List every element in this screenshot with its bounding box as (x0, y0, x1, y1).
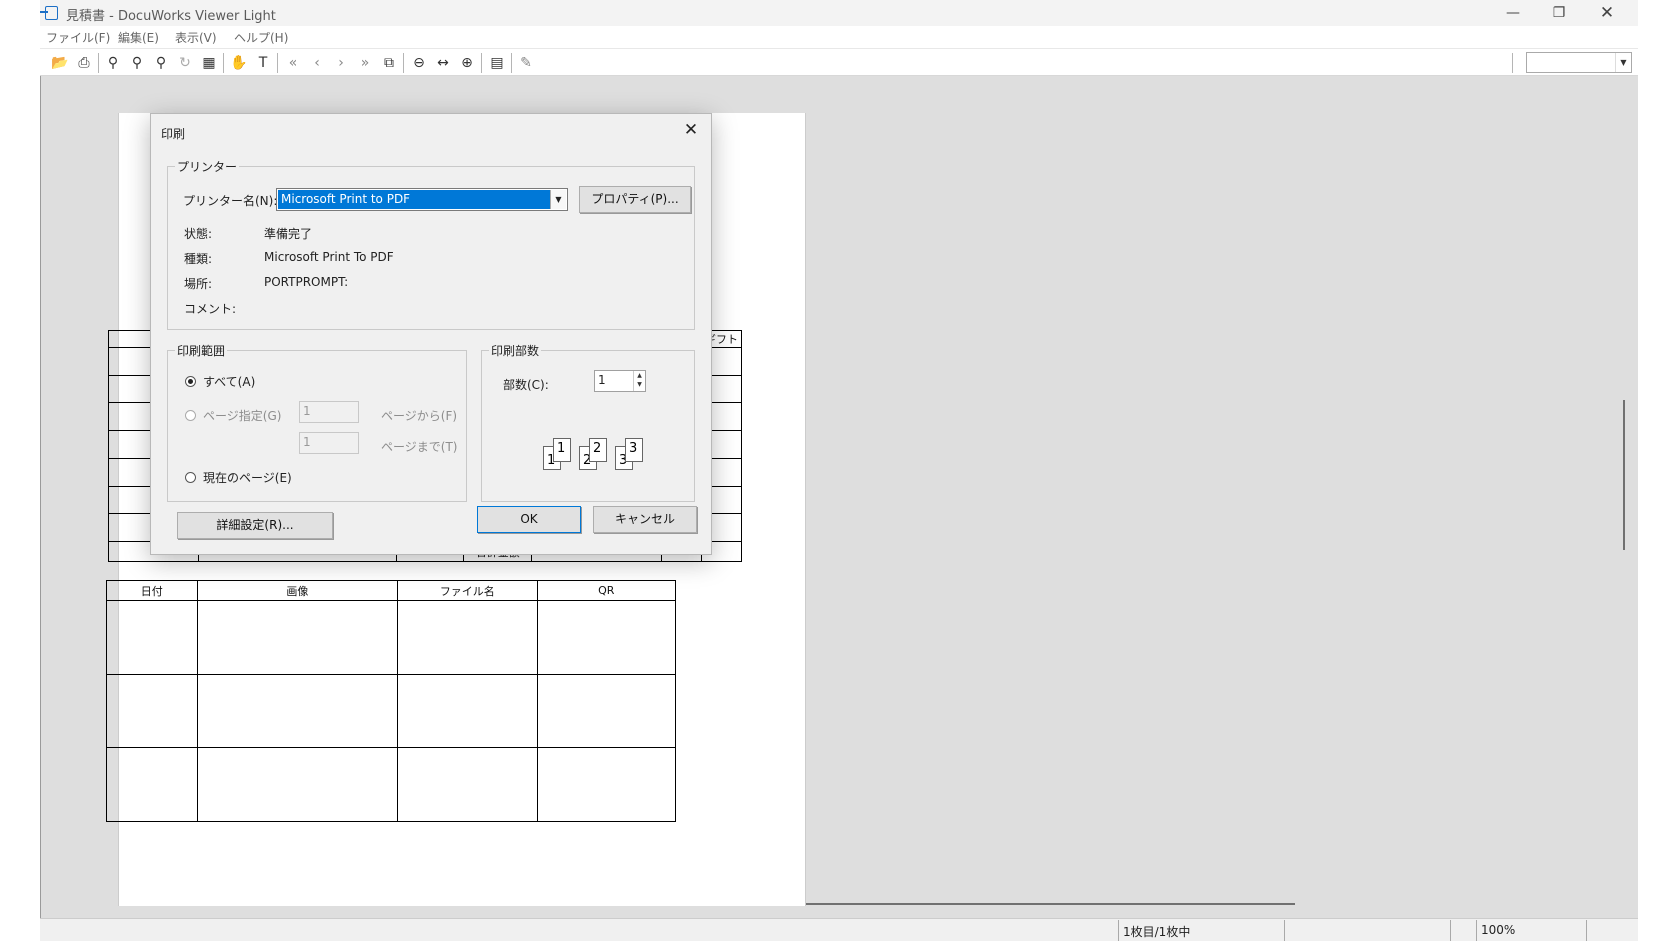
zoom-level: 100% (1476, 920, 1586, 941)
vertical-scrollbar-thumb[interactable] (1623, 400, 1625, 550)
table-row (106, 747, 677, 822)
fit-page-icon[interactable]: ↔ (433, 53, 453, 73)
hand-tool-icon[interactable]: ✋ (229, 53, 249, 73)
thumbnail-icon[interactable]: ▦ (199, 53, 219, 73)
type-label: 種類: (184, 252, 213, 266)
restore-button[interactable]: ❐ (1536, 0, 1582, 26)
type-value: Microsoft Print To PDF (264, 250, 394, 264)
table-row (106, 600, 677, 675)
copies-group: 印刷部数 (481, 342, 695, 502)
rotate-icon[interactable]: ↻ (175, 53, 195, 73)
print-all-label[interactable]: すべて(A) (203, 373, 255, 390)
menu-edit[interactable]: 編集(E) (118, 29, 159, 46)
status-bar: 1枚目/1枚中 100% (40, 918, 1638, 941)
close-icon[interactable]: ✕ (679, 118, 703, 142)
minimize-button[interactable]: — (1490, 0, 1536, 26)
where-value: PORTPROMPT: (264, 275, 349, 289)
print-range-title: 印刷範囲 (175, 342, 228, 359)
image-header: 画像 (196, 580, 399, 601)
menu-help[interactable]: ヘルプ(H) (234, 29, 288, 46)
menu-view[interactable]: 表示(V) (175, 29, 217, 46)
last-page-icon[interactable]: » (355, 53, 375, 73)
viewer-window: 見積書 - DocuWorks Viewer Light — ❐ ✕ ファイル(… (40, 0, 1638, 941)
menu-bar: ファイル(F) 編集(E) 表示(V) ヘルプ(H) (40, 26, 1638, 48)
advanced-settings-button[interactable]: 詳細設定(R)... (177, 512, 333, 539)
properties-button[interactable]: プロパティ(P)... (579, 186, 691, 213)
page-to-label: ページまで(T) (381, 440, 458, 454)
next-page-icon[interactable]: › (331, 53, 351, 73)
current-page-label[interactable]: 現在のページ(E) (203, 469, 292, 486)
first-page-icon[interactable]: « (283, 53, 303, 73)
prev-page-icon[interactable]: ‹ (307, 53, 327, 73)
qr-header: QR (536, 580, 677, 601)
where-label: 場所: (184, 277, 213, 291)
text-tool-icon[interactable]: T (253, 53, 273, 73)
zoom-out-icon[interactable]: ⊖ (409, 53, 429, 73)
collate-page-icon: 2 (589, 438, 607, 462)
filename-header: ファイル名 (397, 580, 538, 601)
copies-label: 部数(C): (503, 378, 549, 392)
status-label: 状態: (184, 227, 213, 241)
zoom-width-icon[interactable]: ⚲ (151, 53, 171, 73)
chevron-down-icon[interactable]: ▼ (550, 190, 566, 209)
copies-spinner[interactable]: ▲ ▼ (633, 371, 645, 391)
zoom-icon[interactable]: ⚲ (103, 53, 123, 73)
app-icon (40, 6, 58, 20)
page-indicator: 1枚目/1枚中 (1118, 920, 1284, 941)
page-range-radio[interactable] (185, 410, 196, 421)
page-to-field[interactable]: 1 (299, 432, 359, 454)
status-value: 準備完了 (264, 227, 313, 241)
menu-file[interactable]: ファイル(F) (46, 29, 110, 46)
ok-button[interactable]: OK (477, 506, 581, 533)
table-row (106, 673, 677, 749)
page-from-field[interactable]: 1 (299, 401, 359, 423)
printer-select[interactable]: Microsoft Print to PDF ▼ (276, 188, 568, 211)
current-page-radio[interactable] (185, 472, 196, 483)
title-bar: 見積書 - DocuWorks Viewer Light — ❐ ✕ (40, 0, 1638, 26)
copies-group-title: 印刷部数 (489, 342, 542, 359)
printer-name-label: プリンター名(N): (183, 194, 278, 208)
window-title: 見積書 - DocuWorks Viewer Light (66, 9, 276, 24)
print-icon[interactable]: ⎙ (74, 53, 94, 73)
properties-icon[interactable]: ▤ (487, 53, 507, 73)
close-window-button[interactable]: ✕ (1584, 0, 1630, 26)
toolbar: 📂 ⎙ ⚲ ⚲ ⚲ ↻ ▦ ✋ T « ‹ › » ⧉ ⊖ ↔ ⊕ ▤ ✎ ▼ (40, 48, 1638, 76)
zoom-combo[interactable]: ▼ (1526, 52, 1632, 73)
cancel-button[interactable]: キャンセル (593, 506, 697, 533)
collate-page-icon: 3 (625, 438, 643, 462)
date-header: 日付 (106, 580, 198, 601)
print-dialog: 印刷 ✕ プリンター プリンター名(N): Microsoft Print to… (150, 113, 712, 555)
comment-label: コメント: (184, 302, 237, 316)
page-copy-icon[interactable]: ⧉ (379, 53, 399, 73)
chevron-down-icon[interactable]: ▼ (1615, 53, 1631, 72)
collate-page-icon: 1 (553, 438, 571, 462)
photo-table: 日付 画像 ファイル名 QR (106, 580, 677, 822)
page-range-label[interactable]: ページ指定(G) (203, 407, 281, 424)
printer-name-value: Microsoft Print to PDF (278, 190, 552, 209)
page-from-label: ページから(F) (381, 409, 458, 423)
annotation-icon[interactable]: ✎ (516, 53, 536, 73)
zoom-in-icon[interactable]: ⊕ (457, 53, 477, 73)
dialog-title: 印刷 (161, 127, 186, 141)
zoom-fit-icon[interactable]: ⚲ (127, 53, 147, 73)
printer-group-title: プリンター (175, 158, 240, 175)
open-icon[interactable]: 📂 (50, 53, 70, 73)
print-all-radio[interactable] (185, 376, 196, 387)
